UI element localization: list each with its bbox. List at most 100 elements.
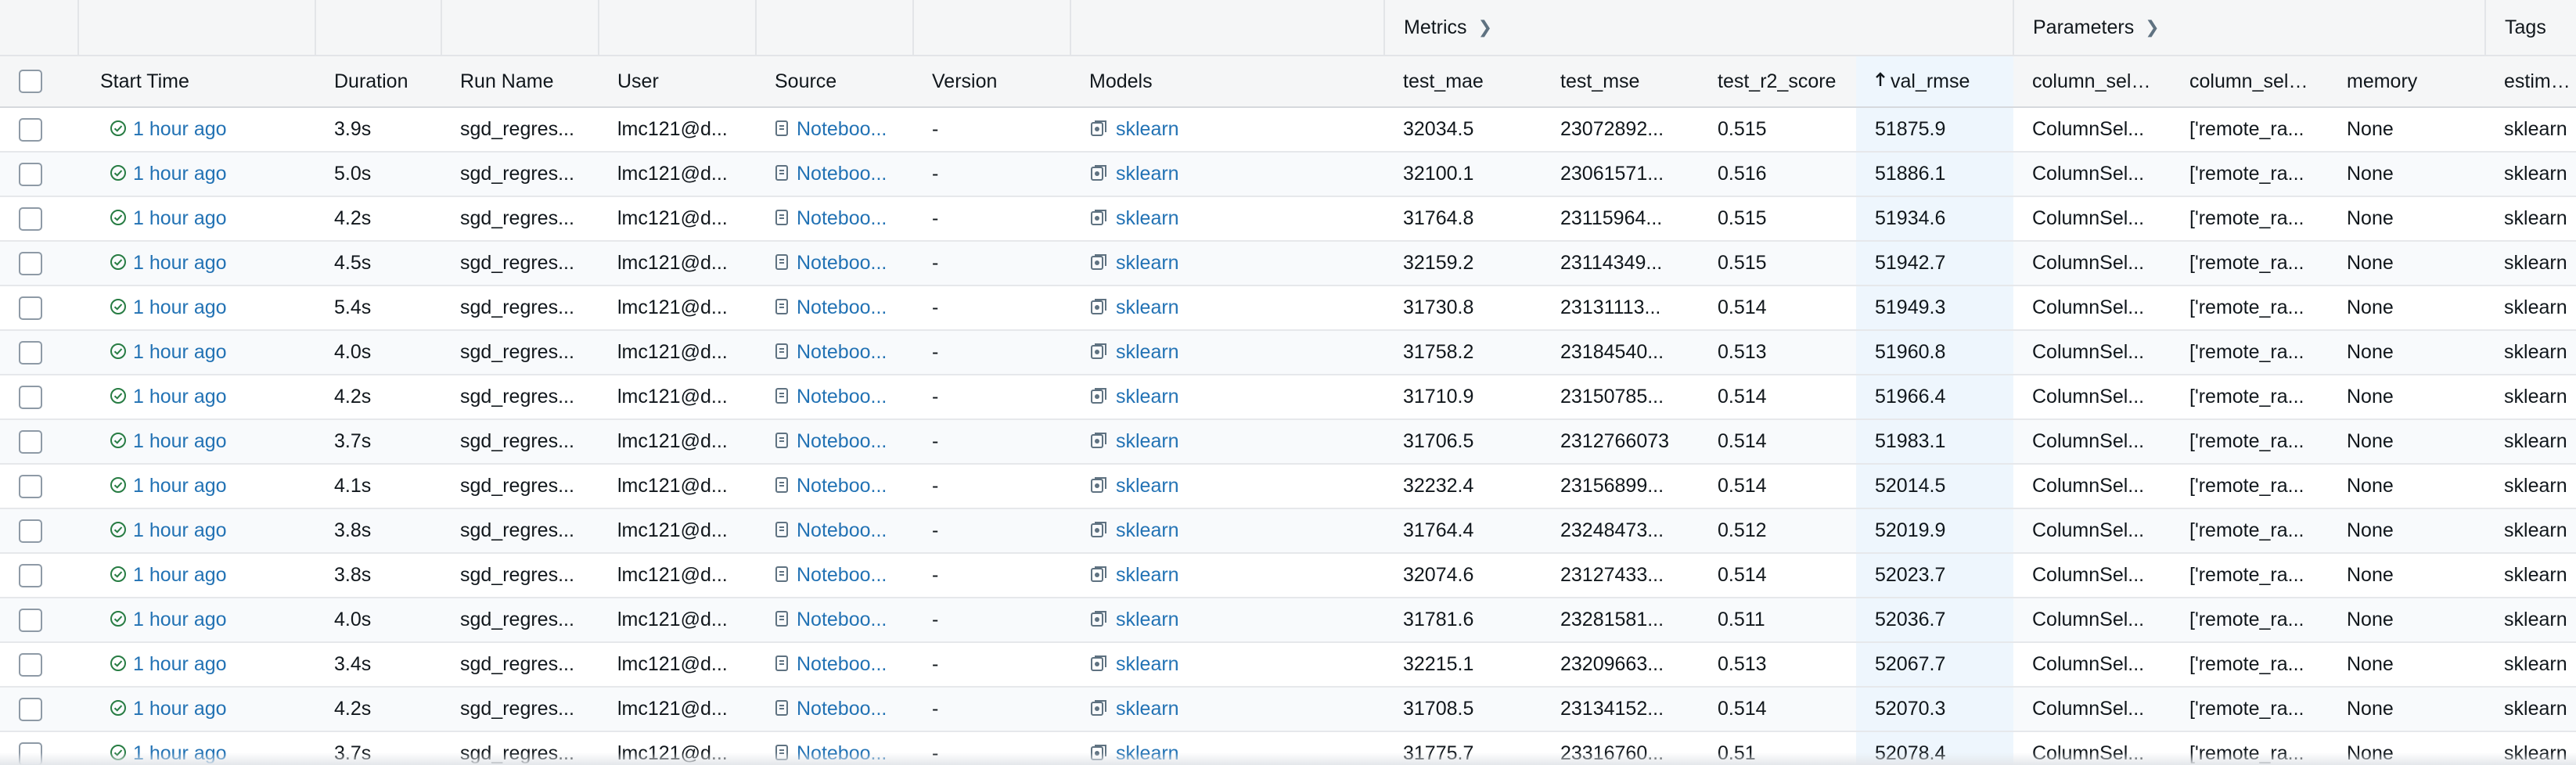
- row-checkbox[interactable]: [19, 697, 42, 721]
- table-row[interactable]: 1 hour ago 4.2s sgd_regres... lmc121@d..…: [0, 375, 2576, 420]
- row-checkbox[interactable]: [19, 429, 42, 454]
- start-time-link[interactable]: 1 hour ago: [133, 653, 227, 675]
- source-link[interactable]: Noteboo...: [797, 386, 887, 408]
- header-version[interactable]: Version: [913, 56, 1070, 108]
- header-test-r2-score[interactable]: test_r2_score: [1699, 56, 1856, 108]
- start-time-link[interactable]: 1 hour ago: [133, 564, 227, 586]
- cell-run-name[interactable]: sgd_regres...: [441, 286, 599, 331]
- header-start-time[interactable]: Start Time: [78, 56, 315, 108]
- table-row[interactable]: 1 hour ago 3.4s sgd_regres... lmc121@d..…: [0, 642, 2576, 688]
- start-time-link[interactable]: 1 hour ago: [133, 207, 227, 229]
- table-row[interactable]: 1 hour ago 5.0s sgd_regres... lmc121@d..…: [0, 152, 2576, 197]
- row-checkbox[interactable]: [19, 296, 42, 320]
- table-row[interactable]: 1 hour ago 3.9s sgd_regres... lmc121@d..…: [0, 107, 2576, 153]
- header-column-selector-1[interactable]: column_selector: [2013, 56, 2171, 108]
- start-time-link[interactable]: 1 hour ago: [133, 296, 227, 318]
- model-link[interactable]: sklearn: [1116, 475, 1179, 497]
- model-link[interactable]: sklearn: [1116, 653, 1179, 675]
- source-link[interactable]: Noteboo...: [797, 653, 887, 675]
- model-link[interactable]: sklearn: [1116, 519, 1179, 541]
- table-row[interactable]: 1 hour ago 4.1s sgd_regres... lmc121@d..…: [0, 464, 2576, 509]
- source-link[interactable]: Noteboo...: [797, 341, 887, 363]
- cell-run-name[interactable]: sgd_regres...: [441, 107, 599, 153]
- header-models[interactable]: Models: [1070, 56, 1384, 108]
- source-link[interactable]: Noteboo...: [797, 207, 887, 229]
- model-link[interactable]: sklearn: [1116, 698, 1179, 720]
- cell-run-name[interactable]: sgd_regres...: [441, 464, 599, 509]
- cell-run-name[interactable]: sgd_regres...: [441, 687, 599, 732]
- table-row[interactable]: 1 hour ago 5.4s sgd_regres... lmc121@d..…: [0, 286, 2576, 331]
- source-link[interactable]: Noteboo...: [797, 430, 887, 452]
- start-time-link[interactable]: 1 hour ago: [133, 252, 227, 274]
- parameters-group-header[interactable]: Parameters ❯: [2012, 0, 2486, 56]
- row-checkbox[interactable]: [19, 519, 42, 543]
- start-time-link[interactable]: 1 hour ago: [133, 698, 227, 720]
- start-time-link[interactable]: 1 hour ago: [133, 475, 227, 497]
- cell-run-name[interactable]: sgd_regres...: [441, 330, 599, 375]
- metrics-group-header[interactable]: Metrics ❯: [1383, 0, 2013, 56]
- table-row[interactable]: 1 hour ago 4.2s sgd_regres... lmc121@d..…: [0, 687, 2576, 732]
- cell-run-name[interactable]: sgd_regres...: [441, 419, 599, 465]
- row-checkbox[interactable]: [19, 385, 42, 409]
- select-all-checkbox[interactable]: [19, 70, 42, 94]
- row-checkbox[interactable]: [19, 251, 42, 275]
- header-source[interactable]: Source: [756, 56, 913, 108]
- row-checkbox[interactable]: [19, 563, 42, 587]
- cell-run-name[interactable]: sgd_regres...: [441, 152, 599, 197]
- source-link[interactable]: Noteboo...: [797, 296, 887, 318]
- row-checkbox[interactable]: [19, 340, 42, 365]
- source-link[interactable]: Noteboo...: [797, 698, 887, 720]
- cell-run-name[interactable]: sgd_regres...: [441, 241, 599, 286]
- start-time-link[interactable]: 1 hour ago: [133, 163, 227, 185]
- start-time-link[interactable]: 1 hour ago: [133, 386, 227, 408]
- cell-run-name[interactable]: sgd_regres...: [441, 553, 599, 598]
- row-checkbox[interactable]: [19, 608, 42, 632]
- source-link[interactable]: Noteboo...: [797, 163, 887, 185]
- header-duration[interactable]: Duration: [315, 56, 441, 108]
- row-checkbox[interactable]: [19, 474, 42, 498]
- source-link[interactable]: Noteboo...: [797, 564, 887, 586]
- start-time-link[interactable]: 1 hour ago: [133, 519, 227, 541]
- table-row[interactable]: 1 hour ago 4.5s sgd_regres... lmc121@d..…: [0, 241, 2576, 286]
- source-link[interactable]: Noteboo...: [797, 609, 887, 630]
- source-link[interactable]: Noteboo...: [797, 252, 887, 274]
- tags-group-header[interactable]: Tags: [2484, 0, 2576, 56]
- table-row[interactable]: 1 hour ago 4.0s sgd_regres... lmc121@d..…: [0, 330, 2576, 375]
- header-run-name[interactable]: Run Name: [441, 56, 599, 108]
- header-memory[interactable]: memory: [2328, 56, 2486, 108]
- cell-run-name[interactable]: sgd_regres...: [441, 196, 599, 242]
- model-link[interactable]: sklearn: [1116, 163, 1179, 185]
- row-checkbox[interactable]: [19, 117, 42, 142]
- header-val-rmse[interactable]: val_rmse: [1856, 56, 2013, 108]
- header-user[interactable]: User: [599, 56, 756, 108]
- start-time-link[interactable]: 1 hour ago: [133, 341, 227, 363]
- row-checkbox[interactable]: [19, 652, 42, 677]
- table-row[interactable]: 1 hour ago 3.8s sgd_regres... lmc121@d..…: [0, 508, 2576, 554]
- start-time-link[interactable]: 1 hour ago: [133, 609, 227, 630]
- cell-run-name[interactable]: sgd_regres...: [441, 375, 599, 420]
- model-link[interactable]: sklearn: [1116, 296, 1179, 318]
- model-link[interactable]: sklearn: [1116, 252, 1179, 274]
- model-link[interactable]: sklearn: [1116, 207, 1179, 229]
- start-time-link[interactable]: 1 hour ago: [133, 118, 227, 140]
- model-link[interactable]: sklearn: [1116, 430, 1179, 452]
- model-link[interactable]: sklearn: [1116, 386, 1179, 408]
- header-test-mse[interactable]: test_mse: [1542, 56, 1699, 108]
- model-link[interactable]: sklearn: [1116, 341, 1179, 363]
- table-row[interactable]: 1 hour ago 4.2s sgd_regres... lmc121@d..…: [0, 196, 2576, 242]
- table-row[interactable]: 1 hour ago 3.7s sgd_regres... lmc121@d..…: [0, 419, 2576, 465]
- chevron-right-icon[interactable]: ❯: [1478, 17, 1492, 38]
- model-link[interactable]: sklearn: [1116, 609, 1179, 630]
- source-link[interactable]: Noteboo...: [797, 118, 887, 140]
- start-time-link[interactable]: 1 hour ago: [133, 430, 227, 452]
- cell-run-name[interactable]: sgd_regres...: [441, 642, 599, 688]
- cell-run-name[interactable]: sgd_regres...: [441, 598, 599, 643]
- cell-run-name[interactable]: sgd_regres...: [441, 508, 599, 554]
- row-checkbox[interactable]: [19, 207, 42, 231]
- model-link[interactable]: sklearn: [1116, 118, 1179, 140]
- source-link[interactable]: Noteboo...: [797, 519, 887, 541]
- header-test-mae[interactable]: test_mae: [1384, 56, 1542, 108]
- table-row[interactable]: 1 hour ago 3.8s sgd_regres... lmc121@d..…: [0, 553, 2576, 598]
- table-row[interactable]: 1 hour ago 4.0s sgd_regres... lmc121@d..…: [0, 598, 2576, 643]
- header-estimator[interactable]: estimator: [2485, 56, 2576, 108]
